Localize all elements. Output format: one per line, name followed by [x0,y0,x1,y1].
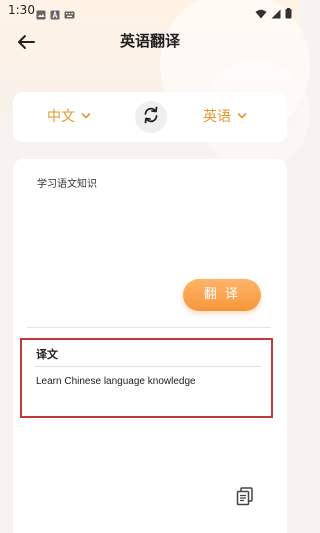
status-time: 1:30 [8,3,35,17]
source-text-input[interactable]: 学习语文知识 [37,175,97,190]
source-language-label: 中文 [47,109,75,125]
result-text: Learn Chinese language knowledge [36,376,196,387]
swap-icon [141,105,161,129]
page-title: 英语翻译 [119,32,180,50]
battery-icon [285,4,292,23]
copy-icon [234,487,256,511]
translation-result-box: 译文 Learn Chinese language knowledge [20,338,273,418]
source-language-dropdown[interactable]: 中文 [47,106,91,126]
status-bar: 1:30 [0,0,300,22]
signal-icon [271,4,281,23]
chevron-down-icon [237,108,247,124]
target-language-label: 英语 [203,109,231,125]
copy-button[interactable] [234,485,256,507]
result-title: 译文 [36,348,58,361]
wifi-icon [255,4,267,23]
result-divider [34,366,262,367]
app-header: 英语翻译 [0,22,300,62]
language-selector-bar: 中文 英语 [13,92,287,142]
system-icons [255,4,292,23]
target-language-dropdown[interactable]: 英语 [203,106,247,126]
chevron-down-icon [81,108,91,124]
translate-button[interactable]: 翻 译 [183,279,261,311]
swap-language-button[interactable] [135,101,167,133]
divider [27,327,271,328]
translation-card: 学习语文知识 翻 译 译文 Learn Chinese language kno… [13,159,287,533]
